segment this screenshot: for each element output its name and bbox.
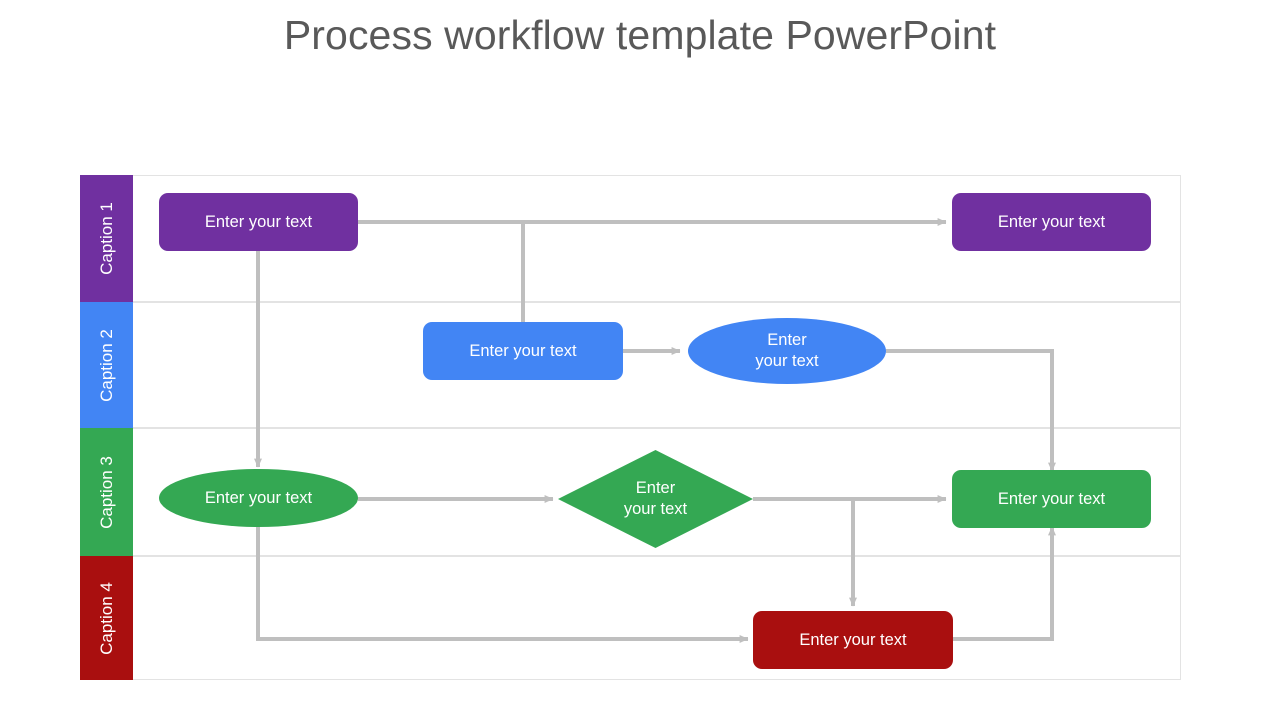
swimlane-diagram: Caption 1 Caption 2 Caption 3 Caption 4 <box>80 175 1181 680</box>
node-purple-end[interactable]: Enter your text <box>952 193 1151 251</box>
node-red-process[interactable]: Enter your text <box>753 611 953 669</box>
node-red-process-label: Enter your text <box>799 630 907 649</box>
node-blue-ellipse-line1: Enter <box>767 331 807 350</box>
node-blue-process[interactable]: Enter your text <box>423 322 623 380</box>
node-purple-end-label: Enter your text <box>997 212 1106 231</box>
node-blue-process-label: Enter your text <box>469 341 577 360</box>
node-purple-start-label: Enter your text <box>204 212 313 231</box>
node-green-decision[interactable]: Enter your text <box>558 450 753 548</box>
node-green-ellipse-label: Enter your text <box>204 488 313 507</box>
node-blue-ellipse[interactable]: Enter your text <box>688 318 886 384</box>
node-blue-ellipse-label: Enter your text <box>755 330 818 371</box>
slide-canvas: Process workflow template PowerPoint Cap… <box>0 0 1280 720</box>
node-green-result[interactable]: Enter your text <box>952 470 1151 528</box>
connector-n8-to-n7 <box>953 526 1056 641</box>
page-title: Process workflow template PowerPoint <box>283 12 997 58</box>
diamond-shape <box>558 450 753 548</box>
node-blue-ellipse-line2: your text <box>755 352 819 370</box>
node-purple-start[interactable]: Enter your text <box>159 193 358 251</box>
node-green-ellipse[interactable]: Enter your text <box>159 469 358 527</box>
node-green-result-label: Enter your text <box>997 489 1106 508</box>
connector-n4-to-n7 <box>886 349 1056 472</box>
